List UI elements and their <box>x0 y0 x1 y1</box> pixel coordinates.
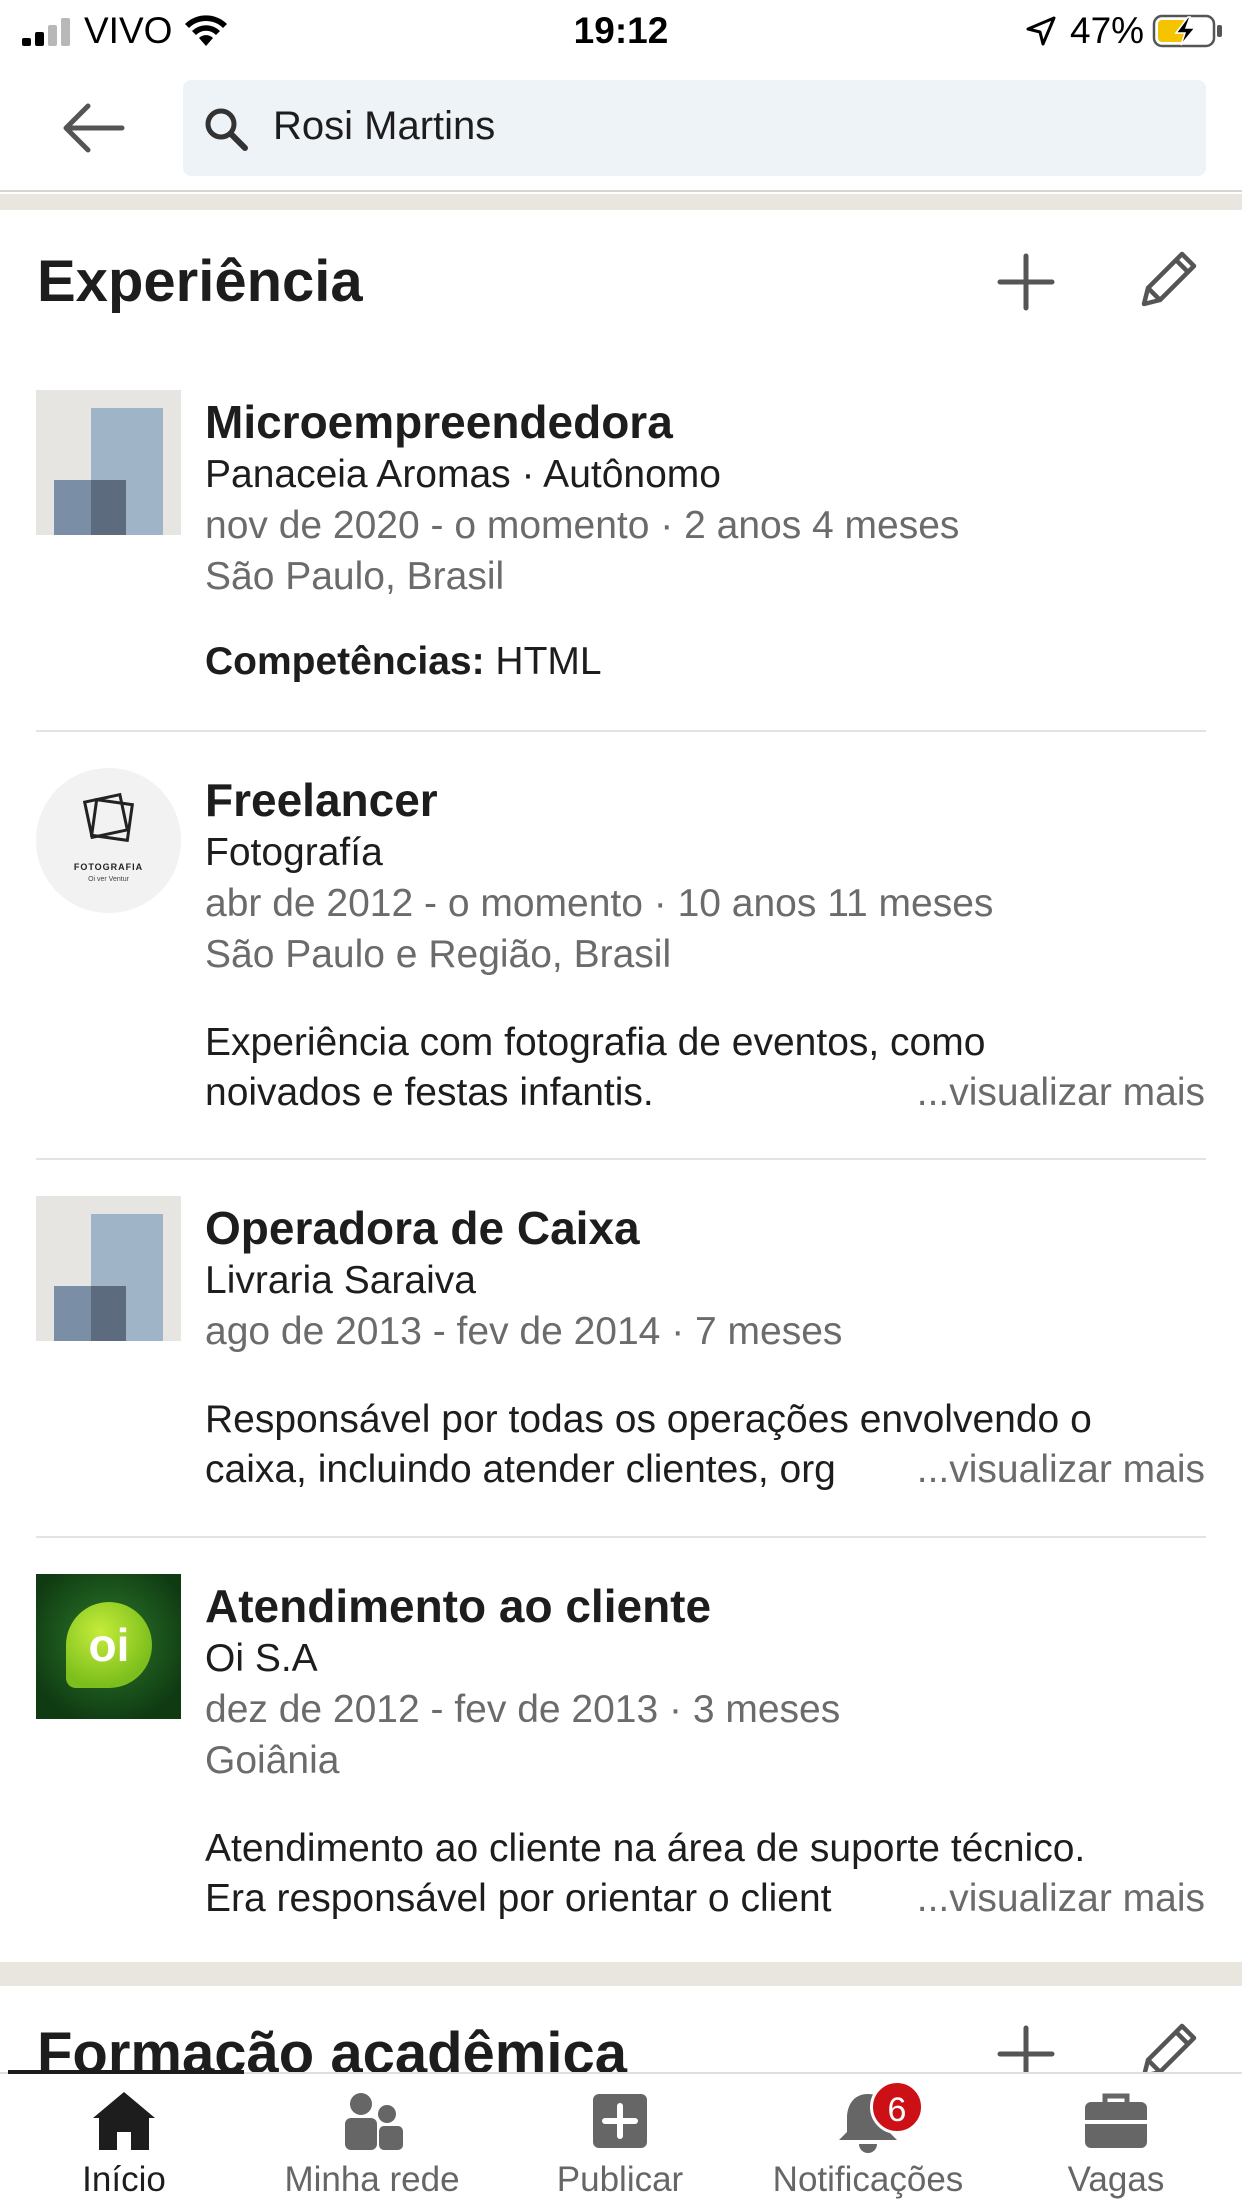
company-logo-placeholder-icon <box>36 1196 181 1341</box>
add-icon[interactable] <box>996 252 1056 312</box>
divider <box>36 730 1206 732</box>
role-title: Operadora de Caixa <box>205 1202 640 1254</box>
nav-network[interactable]: Minha rede <box>248 2074 496 2208</box>
role-title: Freelancer <box>205 774 438 826</box>
photo-frames-icon <box>82 792 135 843</box>
nav-label: Minha rede <box>284 2160 460 2199</box>
nav-label: Publicar <box>556 2160 684 2199</box>
date-range: nov de 2020 - o momento · 2 anos 4 meses <box>205 504 960 547</box>
description-line: Responsável por todas os operações envol… <box>205 1398 1092 1441</box>
location: São Paulo, Brasil <box>205 555 505 598</box>
experience-title: Experiência <box>37 249 363 314</box>
post-icon <box>593 2094 647 2148</box>
bottom-navigation: Início Minha rede Publicar 6 Notificaçõe… <box>0 2072 1242 2208</box>
status-bar: VIVO 19:12 47% <box>0 0 1242 62</box>
nav-label: Início <box>82 2160 166 2199</box>
see-more-link[interactable]: ...visualizar mais <box>912 1874 1205 1924</box>
nav-label: Vagas <box>1067 2160 1165 2199</box>
fotografia-logo: Fotografia Oi ver Ventur <box>36 768 181 913</box>
briefcase-icon <box>1085 2093 1147 2148</box>
divider <box>36 1536 1206 1538</box>
battery-percent: 47% <box>1070 10 1145 51</box>
nav-notifications[interactable]: 6 Notificações <box>744 2074 992 2208</box>
home-icon <box>93 2092 155 2150</box>
role-title: Microempreendedora <box>205 396 673 448</box>
nav-home[interactable]: Início <box>0 2074 248 2208</box>
company-name: Fotografía <box>205 831 383 874</box>
description: Atendimento ao cliente na área de suport… <box>205 1824 1205 1924</box>
oi-logo: oi <box>36 1574 181 1719</box>
description-line: Era responsável por orientar o client <box>205 1877 832 1920</box>
skills-label: Competências: <box>205 640 485 683</box>
section-separator <box>0 194 1242 210</box>
back-arrow-icon[interactable] <box>58 98 128 158</box>
location: São Paulo e Região, Brasil <box>205 933 672 976</box>
notification-badge: 6 <box>870 2080 924 2134</box>
search-query: Rosi Martins <box>273 104 496 148</box>
date-range: dez de 2012 - fev de 2013 · 3 meses <box>205 1688 841 1731</box>
description: Responsável por todas os operações envol… <box>205 1395 1205 1495</box>
description-line: caixa, incluindo atender clientes, org <box>205 1448 836 1491</box>
company-name: Livraria Saraiva <box>205 1259 476 1302</box>
section-separator <box>0 1962 1242 1986</box>
company-logo-placeholder-icon <box>36 390 181 535</box>
date-range: ago de 2013 - fev de 2014 · 7 meses <box>205 1310 843 1353</box>
nav-jobs[interactable]: Vagas <box>992 2074 1240 2208</box>
search-header: Rosi Martins <box>0 62 1242 192</box>
skills-value: HTML <box>484 640 602 683</box>
company-name: Oi S.A <box>205 1637 318 1680</box>
active-tab-indicator <box>8 2070 244 2074</box>
nav-label: Notificações <box>772 2160 964 2199</box>
search-input[interactable]: Rosi Martins <box>183 80 1206 176</box>
description-line: Atendimento ao cliente na área de suport… <box>205 1827 1086 1870</box>
logo-subtext: Oi ver Ventur <box>88 876 129 883</box>
see-more-link[interactable]: ...visualizar mais <box>912 1445 1205 1495</box>
nav-post[interactable]: Publicar <box>496 2074 744 2208</box>
network-icon <box>345 2093 403 2150</box>
oi-logo-text: oi <box>88 1619 130 1671</box>
location: Goiânia <box>205 1739 340 1782</box>
edit-pencil-icon[interactable] <box>1136 248 1200 312</box>
skills: Competências: HTML <box>205 640 1205 684</box>
description-line: noivados e festas infantis. <box>205 1071 654 1114</box>
location-arrow-icon <box>1026 16 1056 46</box>
date-range: abr de 2012 - o momento · 10 anos 11 mes… <box>205 882 994 925</box>
description: Experiência com fotografia de eventos, c… <box>205 1018 1205 1118</box>
divider <box>36 1158 1206 1160</box>
see-more-link[interactable]: ...visualizar mais <box>912 1068 1205 1118</box>
description-line: Experiência com fotografia de eventos, c… <box>205 1021 986 1064</box>
logo-text: Fotografia <box>73 862 144 872</box>
company-name: Panaceia Aromas · Autônomo <box>205 453 721 496</box>
search-icon <box>205 108 248 151</box>
battery-charging-icon <box>1152 14 1222 48</box>
role-title: Atendimento ao cliente <box>205 1580 712 1632</box>
